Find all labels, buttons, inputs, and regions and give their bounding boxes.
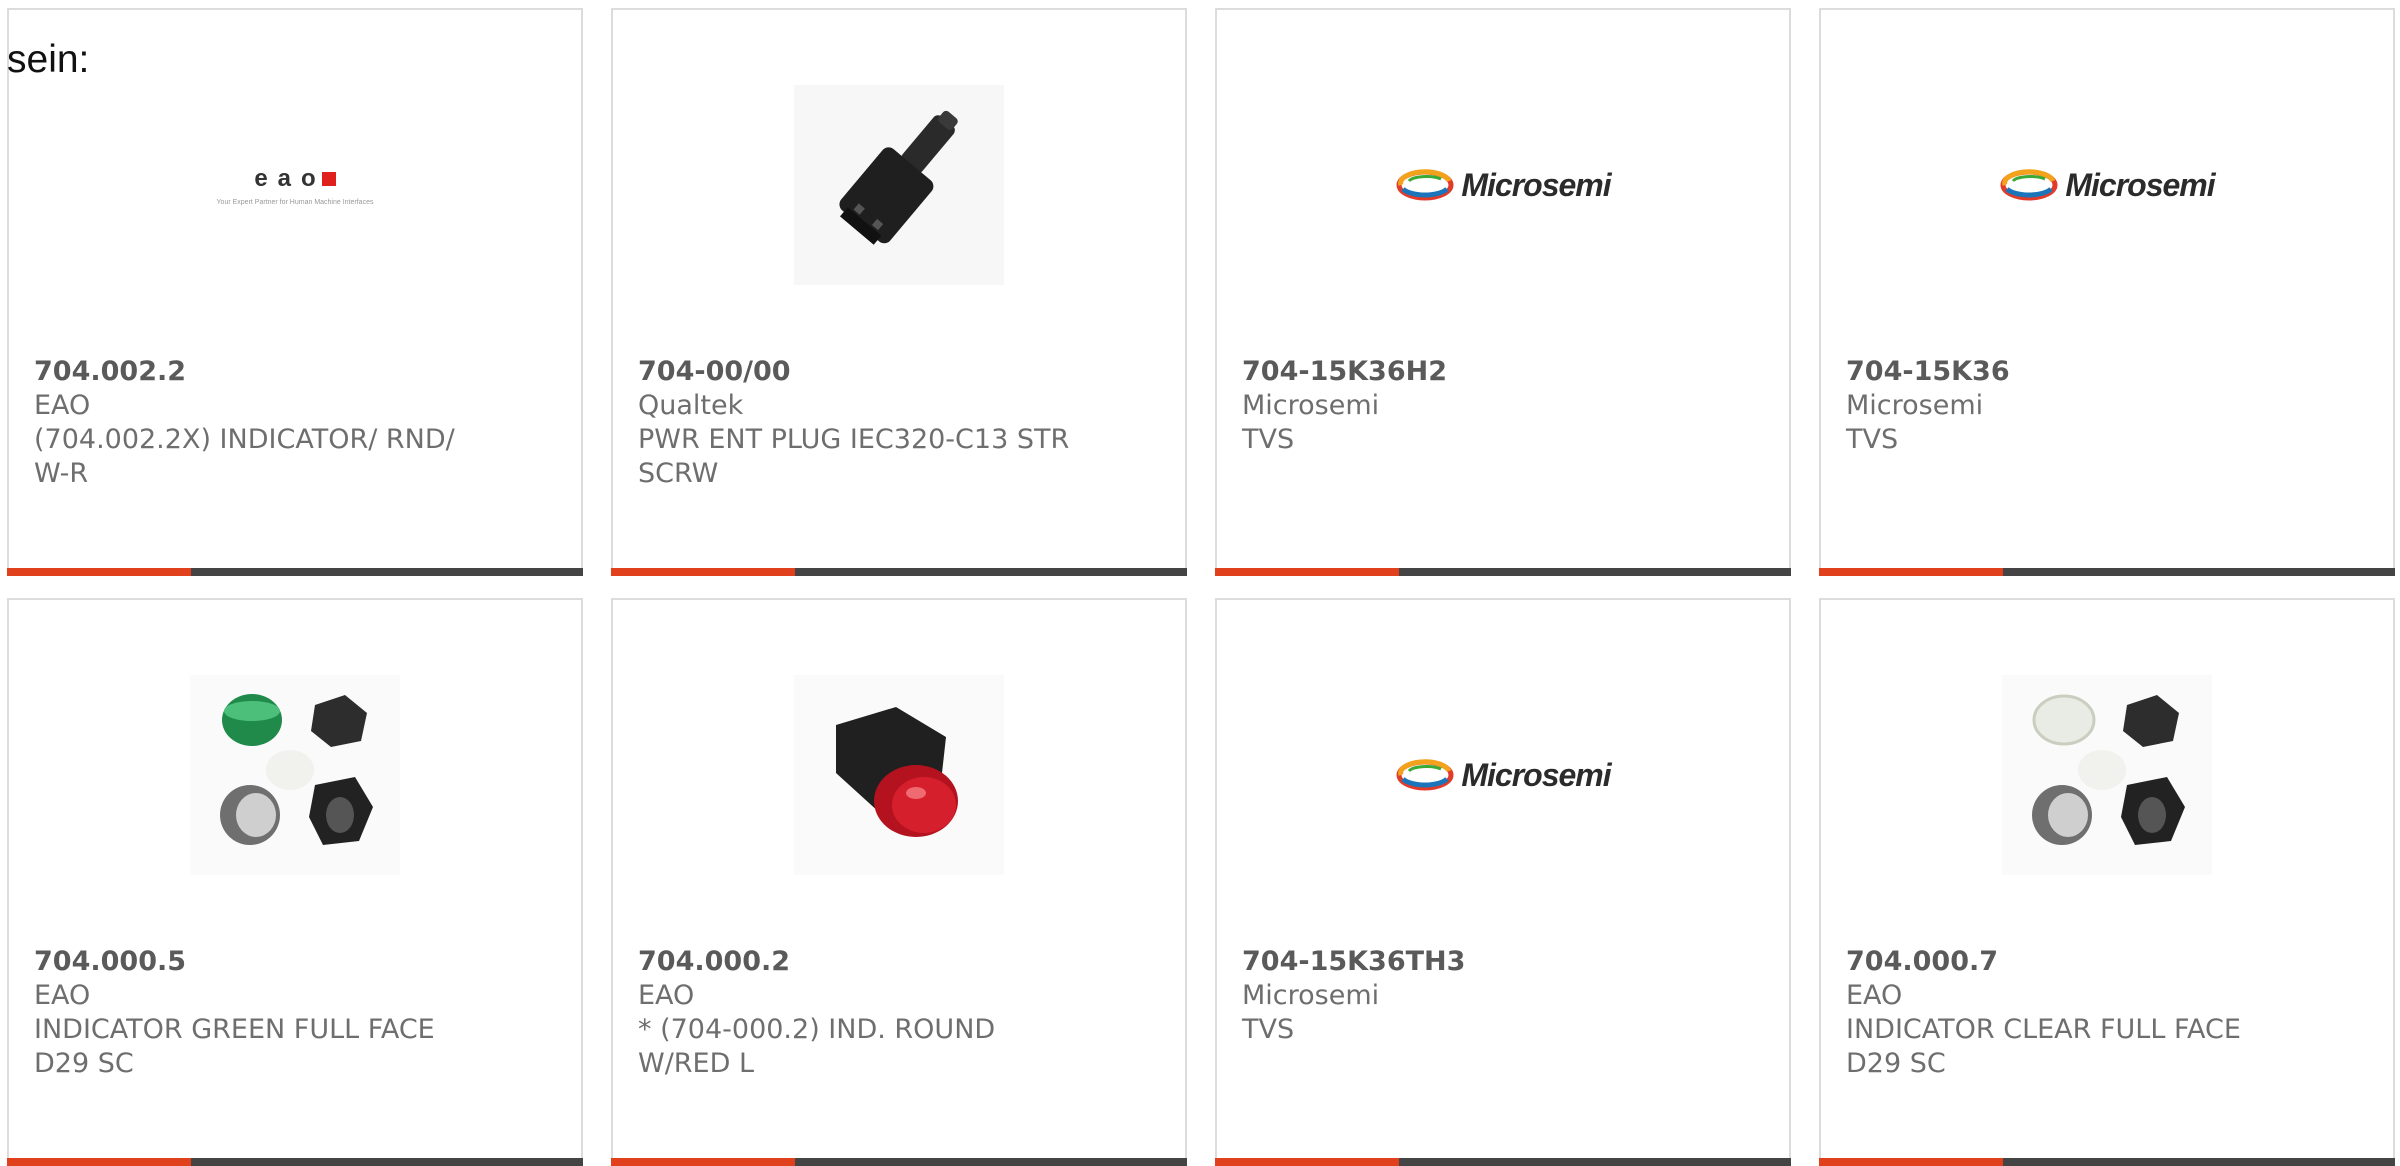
card-accent-bar [611,568,1187,576]
product-image[interactable]: eao Your Expert Partner for Human Machin… [9,80,581,290]
manufacturer: EAO [1846,980,1903,1011]
product-image[interactable] [613,80,1185,290]
iec-plug-photo-icon [794,85,1004,285]
manufacturer: EAO [34,390,91,421]
product-image[interactable]: Microsemi [1217,80,1789,290]
part-number[interactable]: 704.002.2 [34,355,561,389]
indicator-red-photo-icon [794,675,1004,875]
part-number[interactable]: 704-00/00 [638,355,1165,389]
product-card[interactable]: 704.000.7 EAO INDICATOR CLEAR FULL FACE … [1819,598,2395,1166]
product-image[interactable]: Microsemi [1821,80,2393,290]
description: TVS [1242,424,1295,455]
product-image[interactable] [613,670,1185,880]
card-accent-bar [1819,1158,2395,1166]
part-number[interactable]: 704.000.5 [34,945,561,979]
card-accent-bar [611,1158,1187,1166]
card-accent-bar [7,568,583,576]
product-card[interactable]: Microsemi 704-15K36H2 Microsemi TVS [1215,8,1791,576]
card-accent-bar [1215,568,1791,576]
part-number[interactable]: 704.000.7 [1846,945,2373,979]
description: * (704-000.2) IND. ROUND W/RED L [638,1014,996,1079]
product-card[interactable]: eao Your Expert Partner for Human Machin… [7,8,583,576]
microsemi-logo-icon: Microsemi [1395,167,1612,204]
intro-text: sein: [7,38,90,81]
microsemi-logo-icon: Microsemi [1395,757,1612,794]
indicator-kit-green-photo-icon [190,675,400,875]
product-image[interactable] [1821,670,2393,880]
eao-logo-icon: eao Your Expert Partner for Human Machin… [216,164,374,206]
description: INDICATOR GREEN FULL FACE D29 SC [34,1014,435,1079]
manufacturer: Qualtek [638,390,744,421]
card-accent-bar [1819,568,2395,576]
card-accent-bar [1215,1158,1791,1166]
product-image[interactable] [9,670,581,880]
description: TVS [1242,1014,1295,1045]
manufacturer: EAO [34,980,91,1011]
part-number[interactable]: 704-15K36 [1846,355,2373,389]
description: PWR ENT PLUG IEC320-C13 STR SCRW [638,424,1070,489]
microsemi-logo-icon: Microsemi [1999,167,2216,204]
manufacturer: Microsemi [1242,390,1380,421]
product-card[interactable]: Microsemi 704-15K36 Microsemi TVS [1819,8,2395,576]
part-number[interactable]: 704-15K36H2 [1242,355,1769,389]
part-number[interactable]: 704-15K36TH3 [1242,945,1769,979]
manufacturer: Microsemi [1242,980,1380,1011]
product-card[interactable]: 704-00/00 Qualtek PWR ENT PLUG IEC320-C1… [611,8,1187,576]
part-number[interactable]: 704.000.2 [638,945,1165,979]
product-image[interactable]: Microsemi [1217,670,1789,880]
product-card[interactable]: Microsemi 704-15K36TH3 Microsemi TVS [1215,598,1791,1166]
description: INDICATOR CLEAR FULL FACE D29 SC [1846,1014,2241,1079]
card-accent-bar [7,1158,583,1166]
manufacturer: EAO [638,980,695,1011]
product-card[interactable]: 704.000.2 EAO * (704-000.2) IND. ROUND W… [611,598,1187,1166]
description: TVS [1846,424,1899,455]
manufacturer: Microsemi [1846,390,1984,421]
product-card[interactable]: 704.000.5 EAO INDICATOR GREEN FULL FACE … [7,598,583,1166]
indicator-kit-clear-photo-icon [2002,675,2212,875]
description: (704.002.2X) INDICATOR/ RND/ W-R [34,424,455,489]
